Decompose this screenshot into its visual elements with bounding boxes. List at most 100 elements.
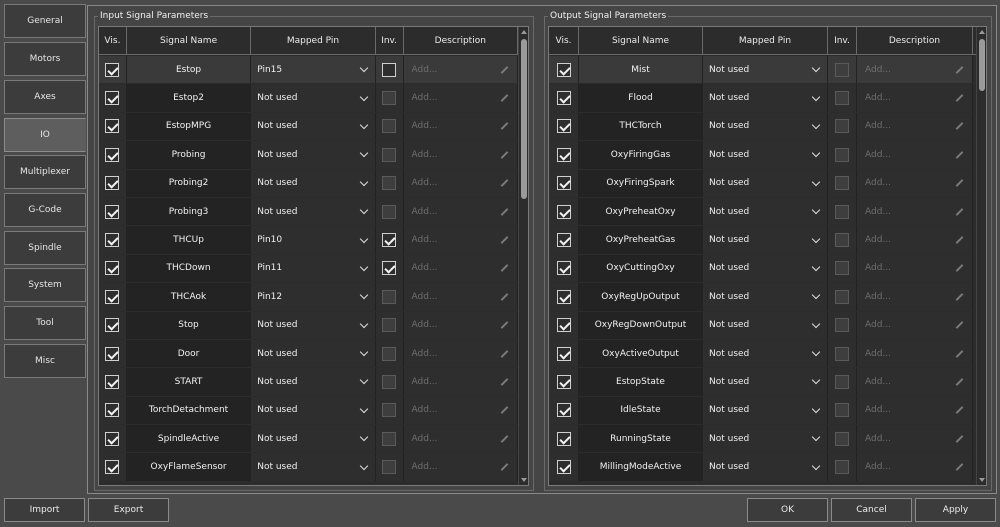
visibility-checkbox[interactable] — [556, 119, 571, 134]
invert-checkbox[interactable] — [382, 289, 397, 304]
table-row[interactable]: THCTorch Not used Add... — [549, 112, 976, 142]
edit-pencil-icon[interactable] — [499, 207, 509, 217]
table-row[interactable]: TorchDetachment Not used Add... — [99, 396, 519, 426]
edit-pencil-icon[interactable] — [499, 349, 509, 359]
table-row[interactable]: Flood Not used Add... — [549, 84, 976, 113]
visibility-checkbox[interactable] — [105, 62, 120, 77]
sidebar-item-multiplexer[interactable]: Multiplexer — [4, 155, 86, 189]
sidebar-item-motors[interactable]: Motors — [4, 42, 86, 76]
sidebar-item-axes[interactable]: Axes — [4, 80, 86, 114]
edit-pencil-icon[interactable] — [499, 150, 509, 160]
invert-checkbox[interactable] — [835, 62, 849, 77]
edit-pencil-icon[interactable] — [954, 150, 964, 160]
visibility-checkbox[interactable] — [556, 233, 571, 248]
description-field[interactable]: Add... — [403, 339, 519, 368]
mapped-pin-dropdown[interactable]: Pin10 — [251, 226, 376, 254]
visibility-checkbox[interactable] — [105, 318, 120, 333]
mapped-pin-dropdown[interactable]: Not used — [703, 311, 828, 339]
import-button[interactable]: Import — [4, 498, 85, 522]
invert-checkbox[interactable] — [835, 374, 849, 389]
visibility-checkbox[interactable] — [105, 346, 120, 361]
invert-checkbox[interactable] — [835, 403, 849, 418]
description-field[interactable]: Add... — [403, 396, 519, 425]
mapped-pin-dropdown[interactable]: Not used — [703, 453, 828, 481]
visibility-checkbox[interactable] — [105, 261, 120, 276]
mapped-pin-dropdown[interactable]: Not used — [703, 283, 828, 311]
invert-checkbox[interactable] — [835, 460, 849, 475]
description-field[interactable]: Add... — [857, 254, 973, 283]
output-table-scrollbar[interactable] — [976, 27, 986, 485]
visibility-checkbox[interactable] — [556, 431, 571, 446]
visibility-checkbox[interactable] — [556, 289, 571, 304]
visibility-checkbox[interactable] — [105, 289, 120, 304]
ok-button[interactable]: OK — [747, 498, 828, 522]
table-row[interactable]: OxyRegUpOutput Not used Add... — [549, 283, 976, 312]
description-field[interactable]: Add... — [403, 226, 519, 254]
edit-pencil-icon[interactable] — [499, 292, 509, 302]
edit-pencil-icon[interactable] — [954, 65, 964, 75]
visibility-checkbox[interactable] — [105, 374, 120, 389]
invert-checkbox[interactable] — [382, 204, 397, 219]
visibility-checkbox[interactable] — [556, 460, 571, 475]
table-row[interactable]: OxyFlameSensor Not used Add... — [99, 453, 519, 482]
invert-checkbox[interactable] — [382, 62, 397, 77]
edit-pencil-icon[interactable] — [954, 178, 964, 188]
invert-checkbox[interactable] — [382, 233, 397, 248]
invert-checkbox[interactable] — [382, 431, 397, 446]
mapped-pin-dropdown[interactable]: Pin15 — [251, 56, 376, 84]
description-field[interactable]: Add... — [857, 311, 973, 339]
mapped-pin-dropdown[interactable]: Not used — [251, 396, 376, 425]
invert-checkbox[interactable] — [382, 176, 397, 191]
description-field[interactable]: Add... — [403, 197, 519, 226]
description-field[interactable]: Add... — [403, 169, 519, 197]
description-field[interactable]: Add... — [403, 368, 519, 396]
invert-checkbox[interactable] — [835, 233, 849, 248]
scroll-down-arrow-icon[interactable] — [979, 478, 985, 482]
mapped-pin-dropdown[interactable]: Not used — [703, 396, 828, 425]
description-field[interactable]: Add... — [403, 254, 519, 283]
sidebar-item-system[interactable]: System — [4, 268, 86, 302]
visibility-checkbox[interactable] — [105, 403, 120, 418]
cancel-button[interactable]: Cancel — [831, 498, 912, 522]
mapped-pin-dropdown[interactable]: Not used — [251, 311, 376, 339]
input-table-scrollbar[interactable] — [518, 27, 528, 485]
invert-checkbox[interactable] — [835, 289, 849, 304]
invert-checkbox[interactable] — [382, 460, 397, 475]
visibility-checkbox[interactable] — [105, 431, 120, 446]
sidebar-item-g-code[interactable]: G-Code — [4, 193, 86, 227]
table-row[interactable]: OxyPreheatGas Not used Add... — [549, 226, 976, 255]
export-button[interactable]: Export — [88, 498, 169, 522]
sidebar-item-spindle[interactable]: Spindle — [4, 231, 86, 265]
edit-pencil-icon[interactable] — [499, 320, 509, 330]
description-field[interactable]: Add... — [857, 453, 973, 481]
description-field[interactable]: Add... — [857, 226, 973, 254]
invert-checkbox[interactable] — [382, 119, 397, 134]
mapped-pin-dropdown[interactable]: Not used — [703, 141, 828, 169]
invert-checkbox[interactable] — [835, 147, 849, 162]
mapped-pin-dropdown[interactable]: Not used — [703, 112, 828, 141]
visibility-checkbox[interactable] — [556, 204, 571, 219]
edit-pencil-icon[interactable] — [954, 235, 964, 245]
table-row[interactable]: Stop Not used Add... — [99, 311, 519, 340]
scroll-up-arrow-icon[interactable] — [979, 30, 985, 34]
description-field[interactable]: Add... — [857, 396, 973, 425]
mapped-pin-dropdown[interactable]: Not used — [251, 453, 376, 481]
mapped-pin-dropdown[interactable]: Not used — [251, 141, 376, 169]
edit-pencil-icon[interactable] — [954, 207, 964, 217]
scroll-thumb[interactable] — [521, 39, 527, 199]
table-row[interactable]: EstopMPG Not used Add... — [99, 112, 519, 142]
edit-pencil-icon[interactable] — [499, 462, 509, 472]
visibility-checkbox[interactable] — [105, 147, 120, 162]
invert-checkbox[interactable] — [835, 176, 849, 191]
table-row[interactable]: OxyFiringGas Not used Add... — [549, 141, 976, 170]
description-field[interactable]: Add... — [857, 197, 973, 226]
edit-pencil-icon[interactable] — [499, 377, 509, 387]
description-field[interactable]: Add... — [403, 141, 519, 169]
table-row[interactable]: OxyRegDownOutput Not used Add... — [549, 311, 976, 340]
visibility-checkbox[interactable] — [556, 62, 571, 77]
description-field[interactable]: Add... — [857, 56, 973, 84]
invert-checkbox[interactable] — [382, 91, 397, 106]
invert-checkbox[interactable] — [835, 346, 849, 361]
edit-pencil-icon[interactable] — [499, 65, 509, 75]
mapped-pin-dropdown[interactable]: Not used — [251, 112, 376, 141]
